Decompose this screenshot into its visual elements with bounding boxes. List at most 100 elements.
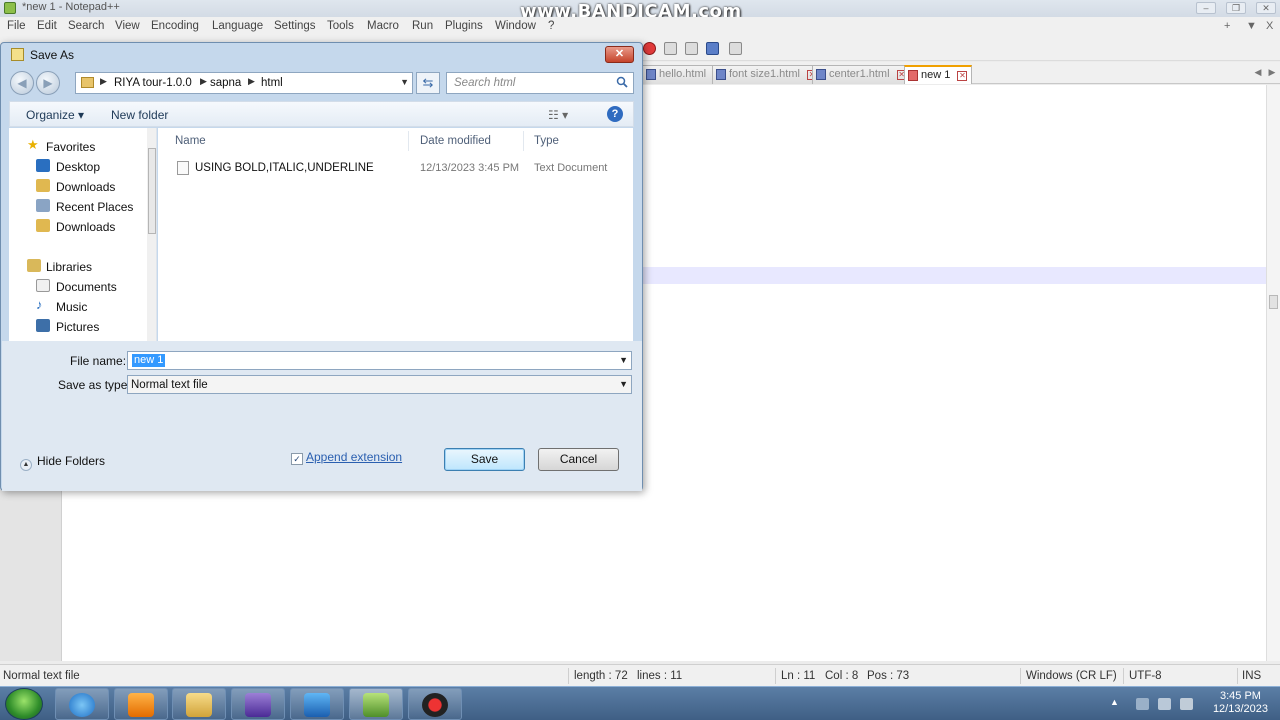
file-list-item[interactable]: USING BOLD,ITALIC,UNDERLINE 12/13/2023 3… (168, 158, 620, 178)
menu-macro[interactable]: Macro (367, 20, 399, 32)
scrollbar-thumb[interactable] (148, 148, 156, 234)
breadcrumb-arrow-icon[interactable]: ▶ (200, 76, 207, 87)
nav-pictures[interactable]: Pictures (9, 316, 145, 336)
menu-help[interactable]: ? (548, 20, 554, 32)
menu-tools[interactable]: Tools (327, 20, 354, 32)
new-tab-plus-icon[interactable]: + (1224, 20, 1230, 32)
hide-folders-button[interactable]: ▲ Hide Folders (20, 454, 105, 471)
taskbar-clock[interactable]: 3:45 PM 12/13/2023 (1213, 690, 1268, 716)
volume-icon[interactable] (1180, 698, 1193, 710)
tab-font-size1-html[interactable]: font size1.html ✕ (712, 65, 822, 84)
play-macro-icon[interactable] (685, 42, 698, 55)
save-type-dropdown-icon[interactable]: ▼ (619, 379, 628, 389)
nav-downloads-2[interactable]: Downloads (9, 216, 145, 236)
breadcrumb-arrow-icon[interactable]: ▶ (100, 76, 107, 87)
file-name-dropdown-icon[interactable]: ▼ (619, 355, 628, 365)
clock-time: 3:45 PM (1219, 690, 1261, 702)
status-separator (568, 668, 569, 684)
new-folder-button[interactable]: New folder (111, 108, 168, 122)
save-macro-icon[interactable] (729, 42, 742, 55)
breadcrumb-riya-tour[interactable]: RIYA tour-1.0.0 (114, 77, 192, 89)
close-tab-icon[interactable]: ✕ (957, 71, 968, 81)
menu-encoding[interactable]: Encoding (151, 20, 199, 32)
show-hidden-icons-icon[interactable]: ▲ (1110, 697, 1123, 709)
downloads-folder-icon (36, 219, 50, 232)
tab-scroll-left-icon[interactable]: ◀ (1252, 67, 1264, 79)
file-name-field[interactable]: new 1 ▼ (127, 351, 632, 370)
tab-scroll-right-icon[interactable]: ▶ (1266, 67, 1278, 79)
cancel-button[interactable]: Cancel (538, 448, 619, 471)
action-center-flag-icon[interactable] (1136, 698, 1149, 710)
taskbar-app-blue[interactable] (290, 688, 344, 720)
taskbar-notepadpp[interactable] (349, 688, 403, 720)
network-icon[interactable] (1158, 698, 1171, 710)
document-tab-bar: hello.html ✕ font size1.html ✕ center1.h… (640, 62, 1280, 84)
save-button[interactable]: Save (444, 448, 525, 471)
breadcrumb-html[interactable]: html (261, 77, 283, 89)
scrollbar-thumb[interactable] (1269, 295, 1278, 309)
downloads-folder-icon (36, 179, 50, 192)
menu-language[interactable]: Language (212, 20, 263, 32)
column-header-type[interactable]: Type (534, 135, 559, 147)
taskbar-bandicam[interactable] (408, 688, 462, 720)
taskbar-visual-studio[interactable] (231, 688, 285, 720)
taskbar-file-explorer[interactable] (172, 688, 226, 720)
breadcrumb-sapna[interactable]: sapna (210, 77, 241, 89)
minimize-button[interactable]: – (1196, 2, 1216, 14)
breadcrumb-arrow-icon[interactable]: ▶ (248, 76, 255, 87)
nav-documents[interactable]: Documents (9, 276, 145, 296)
dialog-close-button[interactable]: ✕ (605, 46, 634, 63)
column-divider[interactable] (408, 131, 409, 151)
blue-app-icon (304, 693, 330, 717)
nav-desktop[interactable]: Desktop (9, 156, 145, 176)
menu-settings[interactable]: Settings (274, 20, 316, 32)
organize-button[interactable]: Organize ▾ (26, 108, 84, 122)
menu-file[interactable]: File (7, 20, 26, 32)
nav-favorites[interactable]: ★ Favorites (9, 136, 145, 156)
start-button-windows-orb-icon[interactable] (5, 688, 43, 720)
help-icon[interactable]: ? (607, 106, 623, 122)
run-multiple-macro-icon[interactable] (706, 42, 719, 55)
record-macro-icon[interactable] (643, 42, 656, 55)
editor-vertical-scrollbar[interactable] (1266, 85, 1280, 661)
nav-music[interactable]: ♪ Music (9, 296, 145, 316)
nav-label: Pictures (56, 320, 100, 334)
append-extension-checkbox[interactable]: ✓ Append extension (291, 450, 402, 465)
menu-run[interactable]: Run (412, 20, 433, 32)
address-dropdown-icon[interactable]: ▼ (400, 77, 409, 87)
column-header-name[interactable]: Name (175, 135, 206, 147)
view-options-icon[interactable]: ☷ ▾ (548, 108, 568, 122)
tab-new-1[interactable]: new 1 ✕ (904, 65, 973, 84)
menu-view[interactable]: View (115, 20, 140, 32)
status-column: Col : 8 (825, 670, 859, 682)
status-encoding: UTF-8 (1129, 670, 1162, 682)
close-window-button[interactable]: ✕ (1256, 2, 1276, 14)
column-header-date-modified[interactable]: Date modified (420, 135, 491, 147)
address-bar[interactable]: ▶ RIYA tour-1.0.0 ▶ sapna ▶ html ▼ (75, 72, 413, 94)
search-icon[interactable] (616, 76, 628, 88)
nav-libraries[interactable]: Libraries (9, 256, 145, 276)
close-doc-x-icon[interactable]: X (1266, 20, 1273, 32)
status-separator (1020, 668, 1021, 684)
nav-recent-places[interactable]: Recent Places (9, 196, 145, 216)
taskbar-internet-explorer[interactable] (55, 688, 109, 720)
forward-arrow-icon[interactable]: ▶ (36, 71, 60, 95)
save-as-type-select[interactable]: Normal text file ▼ (127, 375, 632, 394)
menu-window[interactable]: Window (495, 20, 536, 32)
taskbar-media-player[interactable] (114, 688, 168, 720)
nav-label: Documents (56, 280, 117, 294)
tab-center1-html[interactable]: center1.html ✕ (812, 65, 912, 84)
column-divider[interactable] (523, 131, 524, 151)
restore-button[interactable]: ❐ (1226, 2, 1246, 14)
search-input[interactable]: Search html (446, 72, 634, 94)
back-arrow-icon[interactable]: ◀ (10, 71, 34, 95)
refresh-icon[interactable]: ⇆ (416, 72, 440, 94)
file-name-label: File name: (70, 354, 127, 368)
menu-edit[interactable]: Edit (37, 20, 57, 32)
star-icon: ★ (27, 137, 39, 152)
menu-search[interactable]: Search (68, 20, 104, 32)
menu-plugins[interactable]: Plugins (445, 20, 483, 32)
tab-list-chevron-icon[interactable]: ▼ (1246, 20, 1257, 32)
stop-macro-icon[interactable] (664, 42, 677, 55)
nav-downloads[interactable]: Downloads (9, 176, 145, 196)
